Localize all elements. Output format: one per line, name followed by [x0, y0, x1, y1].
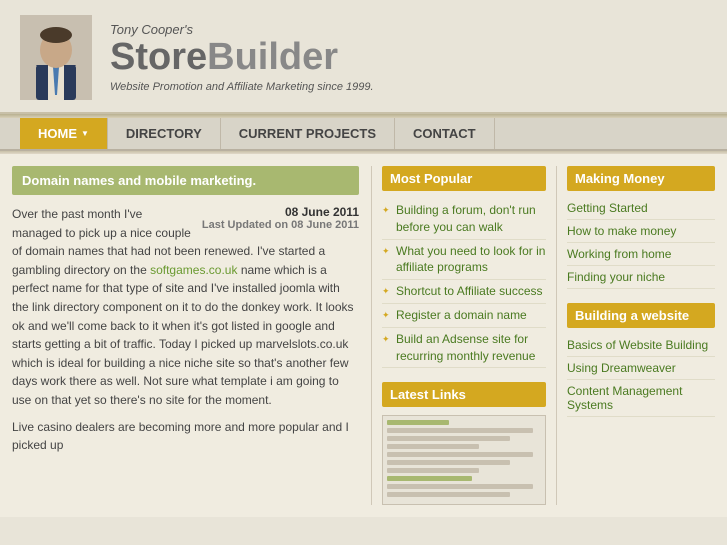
- thumb-line: [387, 452, 533, 457]
- making-money-item-3[interactable]: Working from home: [567, 243, 715, 266]
- left-column: Domain names and mobile marketing. 08 Ju…: [12, 166, 372, 505]
- header: Tony Cooper's StoreBuilder Website Promo…: [0, 0, 727, 114]
- article-title: Domain names and mobile marketing.: [12, 166, 359, 195]
- header-brand: StoreBuilder: [110, 37, 374, 79]
- article-para-2: Live casino dealers are becoming more an…: [12, 418, 359, 455]
- thumb-line: [387, 420, 449, 425]
- article-date: 08 June 2011: [202, 205, 359, 219]
- latest-links-title: Latest Links: [382, 382, 546, 407]
- building-website-list: Basics of Website Building Using Dreamwe…: [567, 334, 715, 417]
- thumb-content: [383, 416, 545, 504]
- thumb-line: [387, 476, 472, 481]
- article-para-1: Over the past month I've managed to pick…: [12, 205, 359, 410]
- nav: HOME DIRECTORY CURRENT PROJECTS CONTACT: [0, 118, 727, 151]
- latest-links-thumbnail: [382, 415, 546, 505]
- thumb-line: [387, 444, 479, 449]
- thumb-line: [387, 468, 479, 473]
- most-popular-item-1[interactable]: Building a forum, don't run before you c…: [382, 199, 546, 240]
- making-money-item-4[interactable]: Finding your niche: [567, 266, 715, 289]
- building-website-item-2[interactable]: Using Dreamweaver: [567, 357, 715, 380]
- avatar: [20, 15, 92, 100]
- article-meta: 08 June 2011 Last Updated on 08 June 201…: [202, 205, 359, 231]
- article-last-updated: Last Updated on 08 June 2011: [202, 219, 359, 231]
- making-money-item-2[interactable]: How to make money: [567, 220, 715, 243]
- header-text: Tony Cooper's StoreBuilder Website Promo…: [110, 22, 374, 93]
- brand-builder: Builder: [207, 36, 338, 78]
- softgames-link[interactable]: softgames.co.uk: [150, 263, 237, 277]
- thumb-line: [387, 460, 510, 465]
- most-popular-title: Most Popular: [382, 166, 546, 191]
- making-money-item-1[interactable]: Getting Started: [567, 197, 715, 220]
- article-body: Over the past month I've managed to pick…: [12, 205, 359, 455]
- most-popular-item-3[interactable]: Shortcut to Affiliate success: [382, 280, 546, 304]
- middle-column: Most Popular Building a forum, don't run…: [372, 166, 557, 505]
- header-name: Tony Cooper's: [110, 22, 374, 37]
- building-website-title: Building a website: [567, 303, 715, 328]
- making-money-list: Getting Started How to make money Workin…: [567, 197, 715, 289]
- nav-home[interactable]: HOME: [20, 118, 108, 149]
- most-popular-list: Building a forum, don't run before you c…: [382, 199, 546, 368]
- building-website-item-1[interactable]: Basics of Website Building: [567, 334, 715, 357]
- most-popular-item-2[interactable]: What you need to look for in affiliate p…: [382, 240, 546, 281]
- building-website-item-3[interactable]: Content Management Systems: [567, 380, 715, 417]
- nav-current-projects[interactable]: CURRENT PROJECTS: [221, 118, 395, 149]
- making-money-title: Making Money: [567, 166, 715, 191]
- most-popular-item-5[interactable]: Build an Adsense site for recurring mont…: [382, 328, 546, 369]
- thumb-line: [387, 492, 510, 497]
- thumb-line: [387, 484, 533, 489]
- header-tagline: Website Promotion and Affiliate Marketin…: [110, 81, 374, 93]
- right-column: Making Money Getting Started How to make…: [557, 166, 715, 505]
- content: Domain names and mobile marketing. 08 Ju…: [0, 154, 727, 517]
- thumb-line: [387, 436, 510, 441]
- thumb-line: [387, 428, 533, 433]
- nav-contact[interactable]: CONTACT: [395, 118, 495, 149]
- brand-store: Store: [110, 36, 207, 78]
- most-popular-item-4[interactable]: Register a domain name: [382, 304, 546, 328]
- nav-directory[interactable]: DIRECTORY: [108, 118, 221, 149]
